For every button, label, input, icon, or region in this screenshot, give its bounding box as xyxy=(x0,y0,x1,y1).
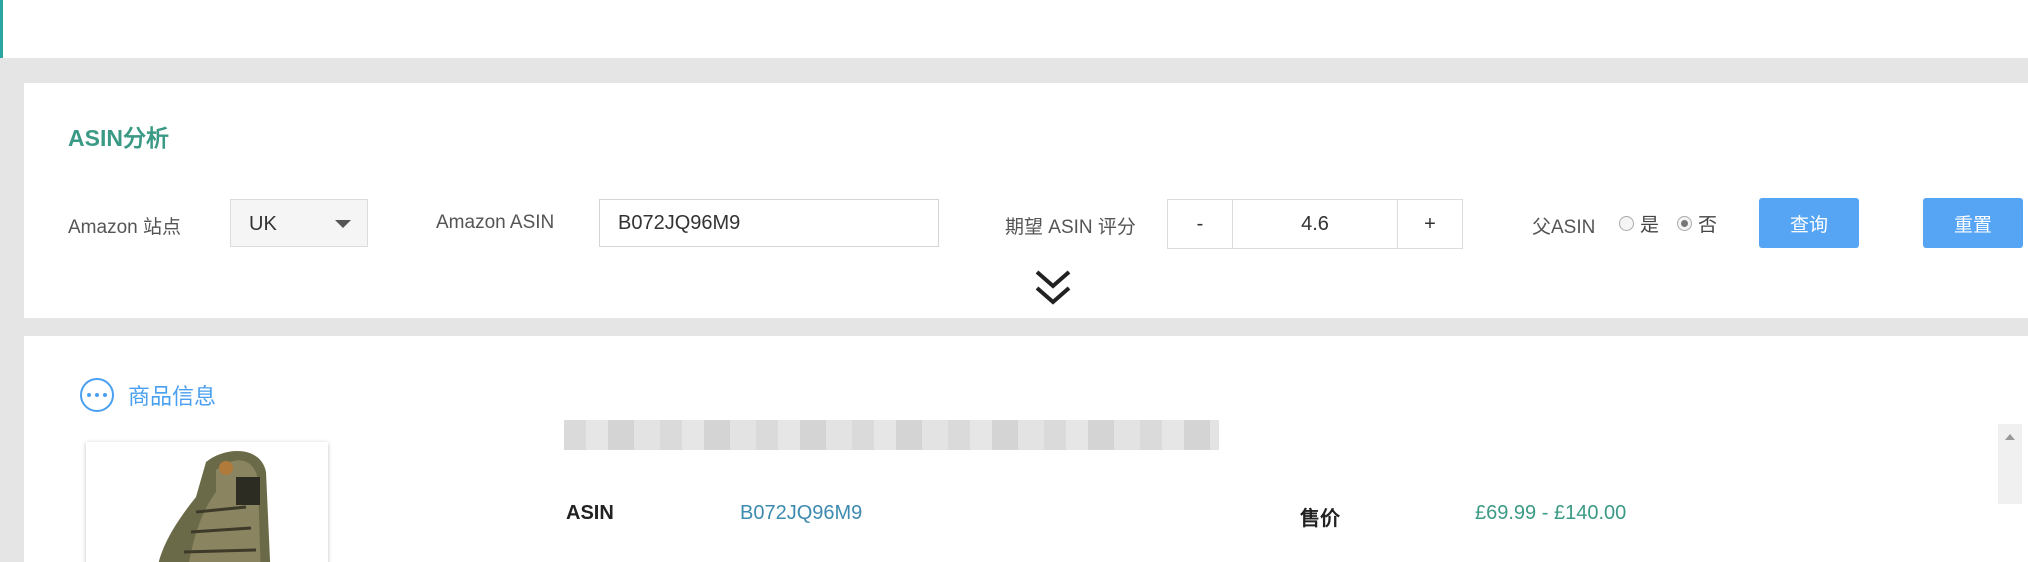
price-value: £69.99 - £140.00 xyxy=(1475,502,1627,524)
top-bar-accent xyxy=(0,0,3,58)
radio-unchecked-icon[interactable] xyxy=(1619,216,1634,231)
site-label: Amazon 站点 xyxy=(68,217,181,238)
page-title: ASIN分析 xyxy=(68,125,169,151)
parent-asin-option-no[interactable]: 否 xyxy=(1677,210,1717,237)
top-bar xyxy=(0,0,2028,58)
product-info-title: 商品信息 xyxy=(128,384,217,409)
rating-stepper: - 4.6 + xyxy=(1167,199,1463,249)
chevron-down-icon xyxy=(335,220,351,228)
parent-asin-radio-group: 是 否 xyxy=(1619,210,1735,237)
asin-key: ASIN xyxy=(566,502,614,524)
site-select[interactable]: UK xyxy=(230,199,368,247)
product-info-panel: 商品信息 ASIN B072JQ96M9 售价 £69.99 - £140.00 xyxy=(24,336,2028,562)
parent-asin-option-label: 是 xyxy=(1640,215,1660,236)
rating-decrement-button[interactable]: - xyxy=(1168,200,1232,248)
radio-checked-icon[interactable] xyxy=(1677,216,1693,231)
site-select-value: UK xyxy=(249,213,277,235)
reset-button[interactable]: 重置 xyxy=(1923,198,2023,248)
parent-asin-option-yes[interactable]: 是 xyxy=(1619,210,1659,237)
rating-label: 期望 ASIN 评分 xyxy=(1005,217,1136,238)
boot-image xyxy=(158,451,271,562)
asin-input[interactable] xyxy=(599,199,939,247)
price-key: 售价 xyxy=(1300,508,1340,530)
parent-asin-option-label: 否 xyxy=(1698,215,1718,236)
product-title-blurred xyxy=(564,420,1219,450)
double-chevron-down-icon[interactable] xyxy=(1031,268,1075,308)
rating-increment-button[interactable]: + xyxy=(1398,200,1462,248)
scrollbar-up-arrow[interactable] xyxy=(1998,424,2022,504)
rating-value[interactable]: 4.6 xyxy=(1232,200,1398,248)
more-dots-icon xyxy=(80,378,114,412)
product-info-header: 商品信息 xyxy=(80,378,216,412)
asin-label: Amazon ASIN xyxy=(436,212,555,233)
parent-asin-label: 父ASIN xyxy=(1532,217,1596,238)
product-image xyxy=(86,442,328,562)
asin-link[interactable]: B072JQ96M9 xyxy=(740,502,862,525)
query-button[interactable]: 查询 xyxy=(1759,198,1859,248)
search-panel: ASIN分析 Amazon 站点 UK Amazon ASIN 期望 ASIN … xyxy=(24,83,2028,318)
